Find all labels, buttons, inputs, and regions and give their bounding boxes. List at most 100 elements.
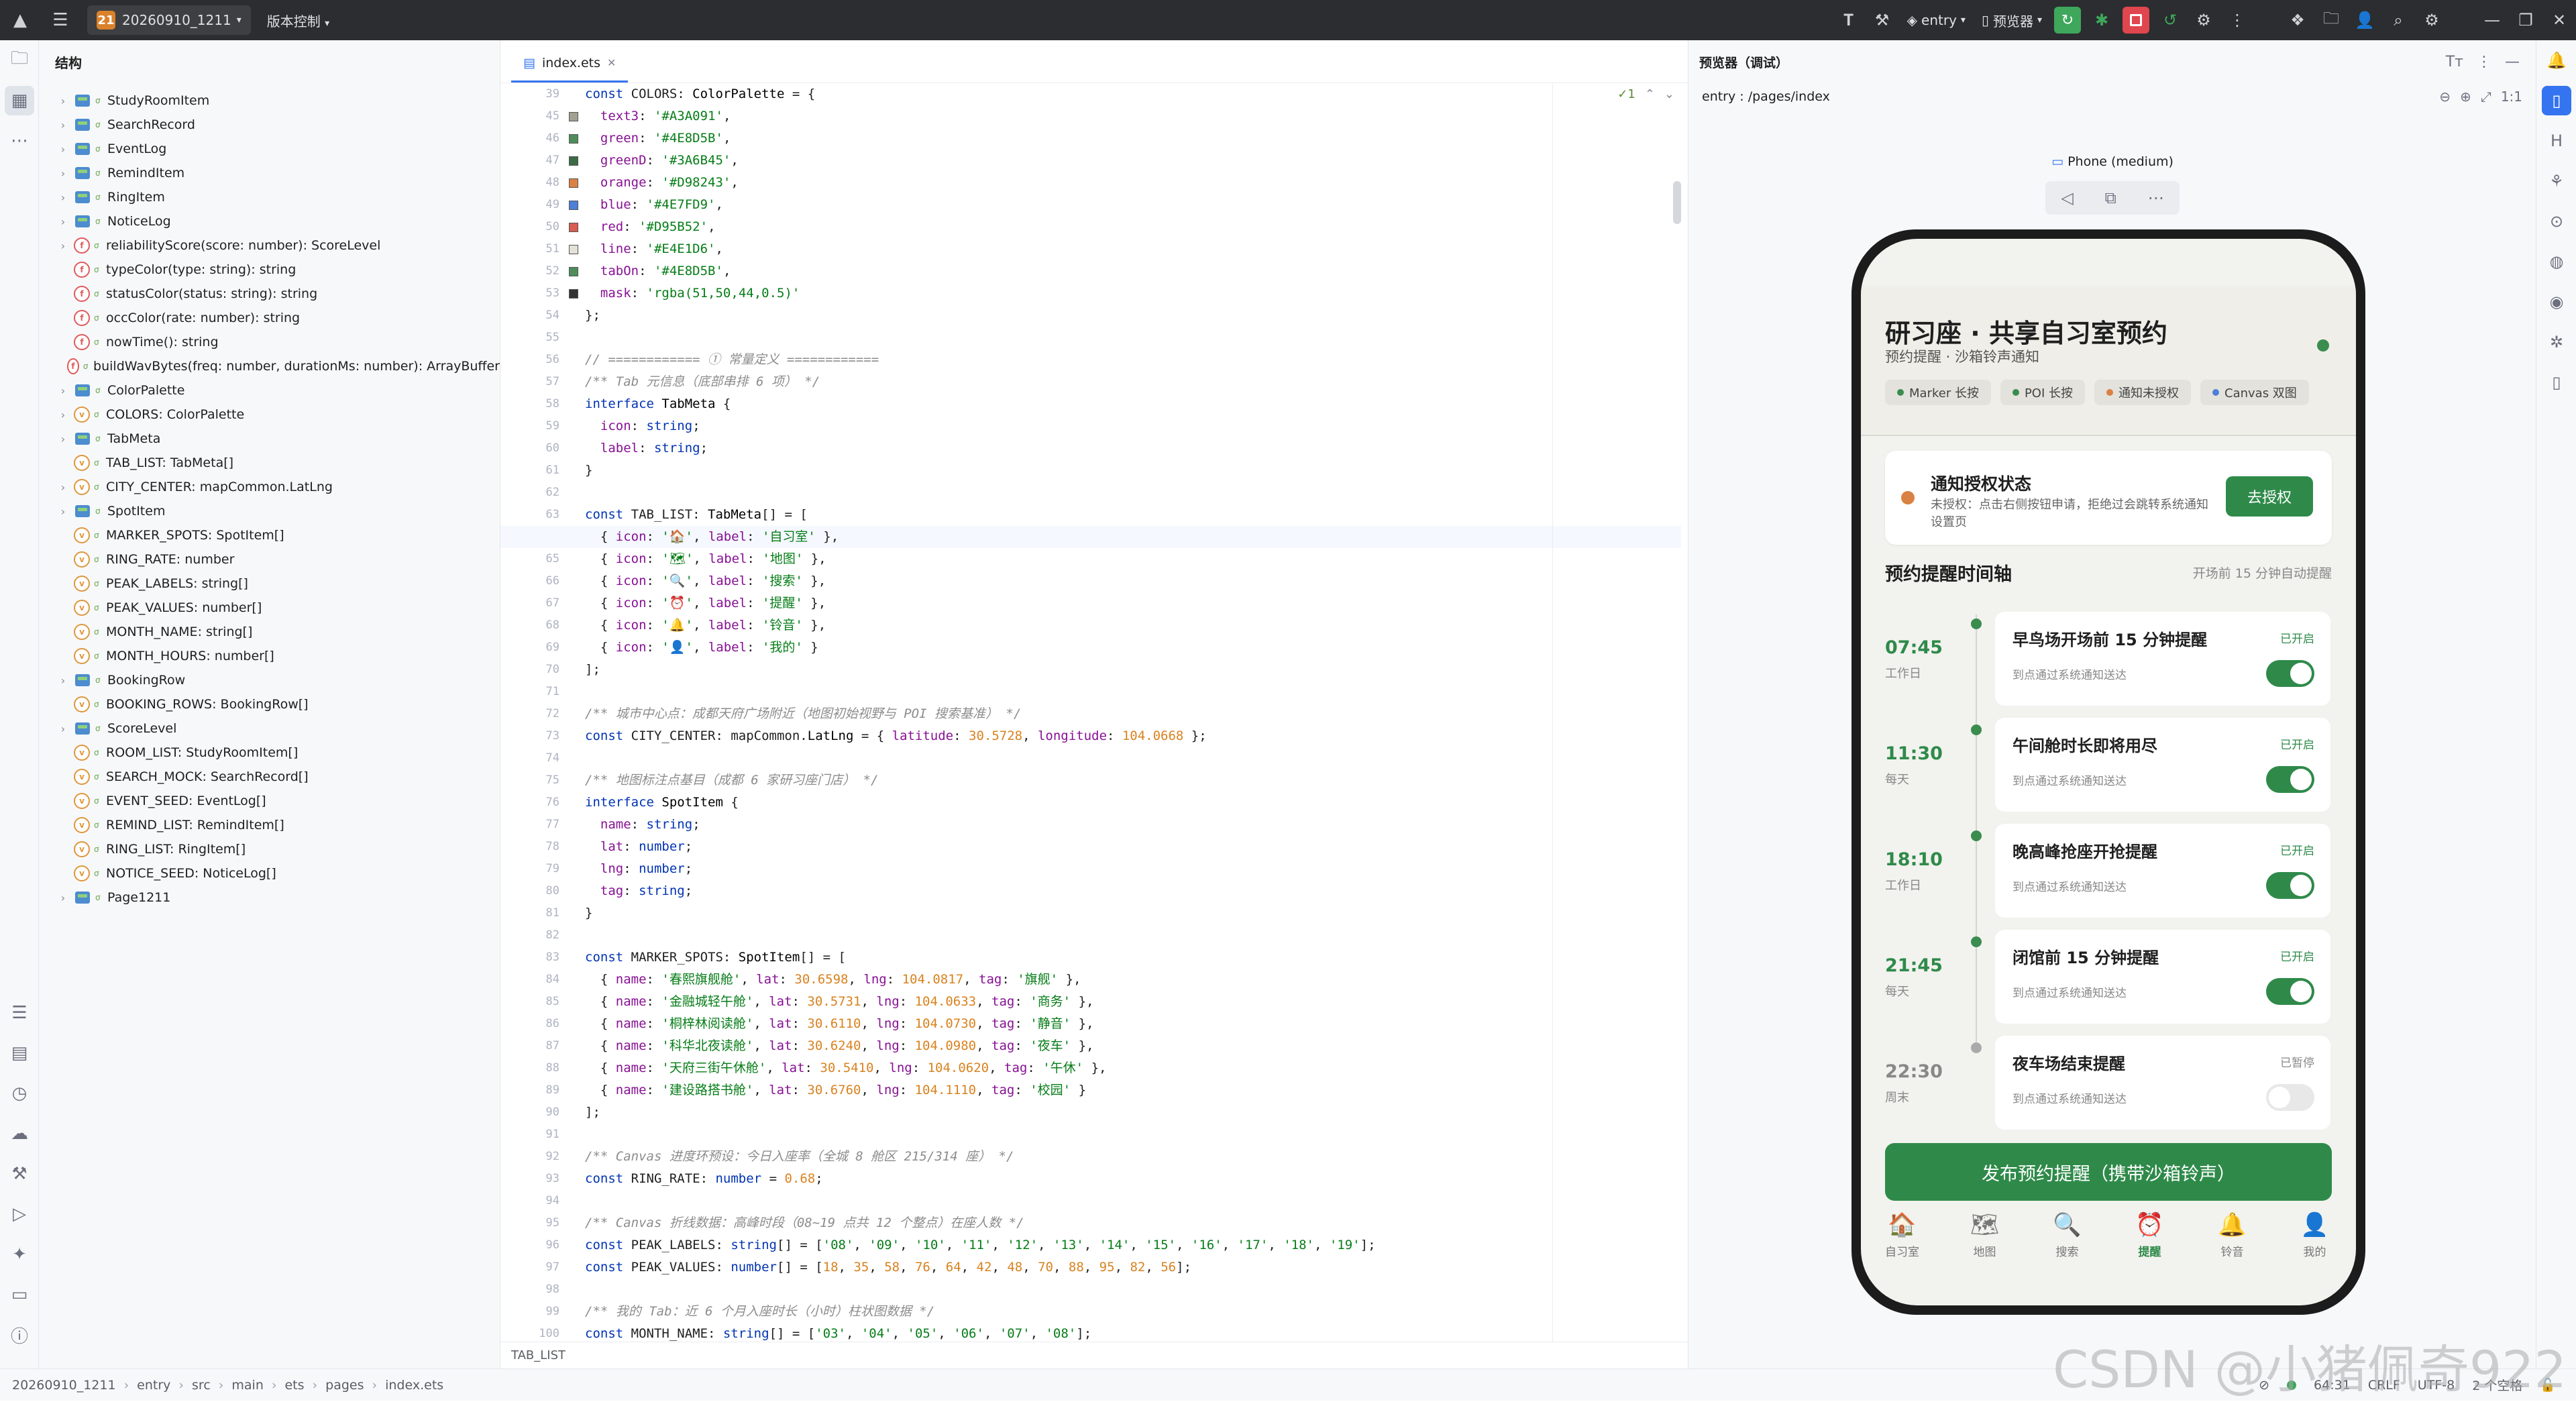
structure-item[interactable]: v ơ PEAK_VALUES: number[] [52,596,500,620]
code-line[interactable]: ]; [585,1101,1658,1124]
code-line[interactable]: ]; [585,659,1658,681]
notifications-icon[interactable]: 🔔 [2536,40,2576,80]
code-line[interactable] [585,1190,1658,1212]
fit-icon[interactable]: ⤢ [2481,89,2491,105]
code-line[interactable]: /** 地图标注点基目（成都 6 家研习座门店） */ [585,769,1658,792]
account-icon[interactable]: 👤 [2348,0,2381,40]
problems-icon[interactable]: ⓘ [0,1315,39,1355]
more-icon[interactable]: ⋮ [2220,0,2254,40]
chevron-right-icon[interactable]: › [52,119,74,131]
code-line[interactable]: } [585,902,1658,924]
rerun-button[interactable]: ↻ [2054,7,2081,34]
code-line[interactable]: interface SpotItem { [585,792,1658,814]
code-line[interactable] [585,747,1658,769]
back-icon[interactable]: ◁ [2061,188,2073,207]
code-line[interactable]: const RING_RATE: number = 0.68; [585,1168,1658,1190]
code-area[interactable]: const COLORS: ColorPalette = { text3: '#… [500,83,1681,1345]
chevron-right-icon[interactable]: › [52,239,74,252]
structure-item[interactable]: › ơ RemindItem [52,161,500,185]
breadcrumb-item[interactable]: src [192,1378,211,1393]
code-line[interactable]: /** Canvas 折线数据：高峰时段（08~19 点共 12 个整点）在座人… [585,1212,1658,1234]
code-line[interactable]: { name: '桐梓林阅读舱', lat: 30.6110, lng: 104… [585,1013,1658,1035]
code-line[interactable]: text3: '#A3A091', [585,105,1658,127]
log-icon[interactable]: ▤ [0,1033,39,1073]
more-icon[interactable]: ⋮ [2477,54,2491,70]
vcs-menu[interactable]: 版本控制 ▾ [267,11,329,30]
reminder-card[interactable]: 午间舱时长即将用尽 已开启 到点通过系统通知送达 [1995,718,2330,812]
structure-item[interactable]: f ơ occColor(rate: number): string [52,306,500,330]
code-line[interactable]: const CITY_CENTER: mapCommon.LatLng = { … [585,725,1658,747]
main-menu-icon[interactable]: ☰ [40,0,80,40]
database-icon[interactable]: ◍ [2536,241,2576,282]
code-line[interactable]: lng: number; [585,858,1658,880]
chevron-down-icon[interactable]: ⌄ [1664,87,1674,101]
tab-item[interactable]: ⏰ 提醒 [2113,1211,2187,1279]
close-icon[interactable]: ✕ [2542,0,2576,40]
structure-item[interactable]: › ơ TabMeta [52,427,500,451]
code-line[interactable]: // ============ ① 常量定义 ============ [585,349,1658,371]
reminder-card[interactable]: 闭馆前 15 分钟提醒 已开启 到点通过系统通知送达 [1995,930,2330,1024]
structure-item[interactable]: v ơ BOOKING_ROWS: BookingRow[] [52,692,500,716]
build-icon[interactable]: ⚒ [0,1154,39,1194]
structure-item[interactable]: v ơ RING_RATE: number [52,547,500,572]
code-line[interactable]: { name: '科华北夜读舱', lat: 30.6240, lng: 104… [585,1035,1658,1057]
structure-item[interactable]: f ơ nowTime(): string [52,330,500,354]
structure-item[interactable]: › ơ SpotItem [52,499,500,523]
structure-item[interactable]: › ơ RingItem [52,185,500,209]
structure-item[interactable]: v ơ SEARCH_MOCK: SearchRecord[] [52,765,500,789]
code-line[interactable]: lat: number; [585,836,1658,858]
tab-item[interactable]: 🔔 铃音 [2196,1211,2269,1279]
font-size-icon[interactable]: Tт [2446,54,2463,70]
stop-button[interactable] [2123,7,2149,34]
settings-gear-icon[interactable]: ⚙ [2415,0,2449,40]
tab-item[interactable]: 👤 我的 [2278,1211,2352,1279]
breadcrumb-item[interactable]: pages [325,1378,364,1393]
code-line[interactable]: const COLORS: ColorPalette = { [585,83,1658,105]
run-config-selector[interactable]: ◈ entry ▾ [1899,12,1974,28]
phone-icon[interactable]: ▯ [2536,362,2576,402]
authorize-button[interactable]: 去授权 [2226,476,2313,517]
code-line[interactable] [585,1124,1658,1146]
code-line[interactable]: { icon: '🔍', label: '搜索' }, [585,570,1658,592]
color-swatch-icon[interactable] [569,245,578,254]
chevron-right-icon[interactable]: › [52,167,74,180]
tab-item[interactable]: 🔍 搜索 [2031,1211,2104,1279]
hammer-icon[interactable]: ⚒ [1866,0,1899,40]
structure-item[interactable]: v ơ TAB_LIST: TabMeta[] [52,451,500,475]
terminal-icon[interactable]: ▭ [0,1275,39,1315]
breadcrumb-item[interactable]: index.ets [385,1378,443,1393]
code-line[interactable]: const TAB_LIST: TabMeta[] = [ [585,504,1658,526]
editor-scrollbar[interactable] [1673,181,1681,224]
debug-icon[interactable]: ✱ [2085,0,2118,40]
apply-changes-icon[interactable]: ↺ [2153,0,2187,40]
structure-item[interactable]: › v ơ COLORS: ColorPalette [52,402,500,427]
code-line[interactable]: const PEAK_VALUES: number[] = [18, 35, 5… [585,1256,1658,1279]
structure-item[interactable]: f ơ typeColor(type: string): string [52,258,500,282]
structure-item[interactable]: › ơ ColorPalette [52,378,500,402]
code-editor[interactable]: ▤ index.ets ✕ ✓1 ⌃ ⌄ 39 45 46 47 48 49 50 51 52 5… [500,40,1688,1368]
code-line[interactable]: name: string; [585,814,1658,836]
structure-item[interactable]: › ơ NoticeLog [52,209,500,233]
structure-item[interactable]: › ơ StudyRoomItem [52,89,500,113]
structure-item[interactable]: › ơ BookingRow [52,668,500,692]
structure-item[interactable]: v ơ MONTH_HOURS: number[] [52,644,500,668]
chevron-right-icon[interactable]: › [52,215,74,228]
structure-item[interactable]: › ơ SearchRecord [52,113,500,137]
code-line[interactable]: tag: string; [585,880,1658,902]
plugin-icon[interactable]: ⚘ [2536,161,2576,201]
minimize-icon[interactable]: — [2505,54,2520,70]
code-line[interactable]: tabOn: '#4E8D5B', [585,260,1658,282]
chevron-right-icon[interactable]: › [52,892,74,904]
chevron-right-icon[interactable]: › [52,143,74,156]
breadcrumb-item[interactable]: main [231,1378,263,1393]
code-line[interactable]: mask: 'rgba(51,50,44,0.5)' [585,282,1658,305]
structure-item[interactable]: f ơ buildWavBytes(freq: number, durationMs… [52,354,500,378]
code-line[interactable] [585,924,1658,947]
tab-item[interactable]: 🗺 地图 [1948,1211,2022,1279]
structure-item[interactable]: › ơ ScoreLevel [52,716,500,741]
attach-debugger-icon[interactable]: ⚙ [2187,0,2220,40]
structure-item[interactable]: f ơ statusColor(status: string): string [52,282,500,306]
color-swatch-icon[interactable] [569,134,578,144]
actual-size-icon[interactable]: 1:1 [2501,89,2522,105]
color-swatch-icon[interactable] [569,289,578,299]
